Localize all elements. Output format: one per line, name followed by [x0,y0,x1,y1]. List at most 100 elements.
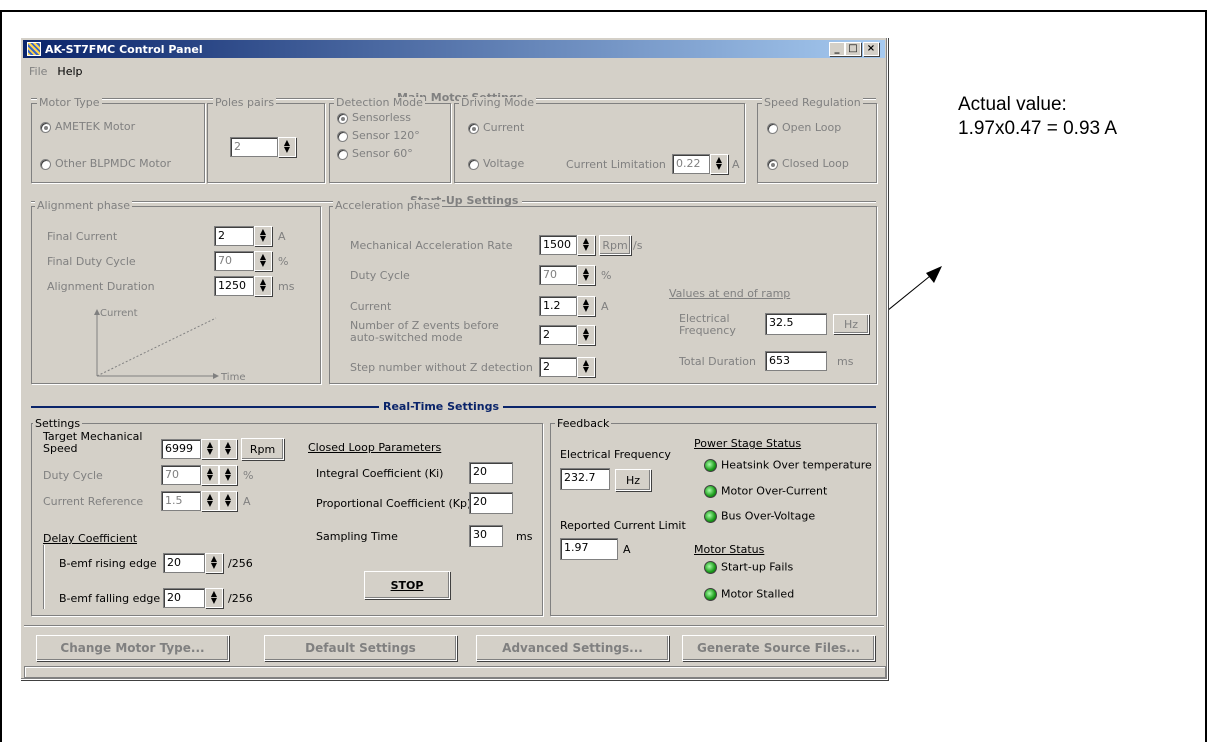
rt-duty-input[interactable]: 70 [161,465,201,485]
accel-duty-spinner[interactable]: ▲ ▼ [577,265,595,285]
current-limit-input[interactable]: 0.22 [672,154,710,174]
bemf-falling-input[interactable]: 20 [163,588,205,608]
rt-duty-spinner-2[interactable]: ▲ ▼ [219,465,237,485]
radio-voltage[interactable]: Voltage [468,158,524,170]
rt-duty-label: Duty Cycle [43,469,103,482]
window-title: AK-ST7FMC Control Panel [45,42,203,56]
maximize-button[interactable]: □ [845,42,861,56]
advanced-settings-button[interactable]: Advanced Settings... [476,635,669,661]
graph-x-label: Time [221,372,246,383]
steps-spinner[interactable]: ▲ ▼ [577,357,595,377]
bemf-rising-spinner[interactable]: ▲ ▼ [205,553,223,573]
final-current-spinner[interactable]: ▲ ▼ [254,226,272,246]
ki-input[interactable]: 20 [469,462,513,484]
detection-legend: Detection Mode [334,96,425,109]
accel-rate-spinner[interactable]: ▲ ▼ [577,235,595,255]
menu-file[interactable]: File [29,65,47,78]
alignment-legend: Alignment phase [35,199,133,212]
end-freq-value: 32.5 [765,313,827,335]
accel-current-spinner[interactable]: ▲ ▼ [577,296,595,316]
steps-input[interactable]: 2 [539,357,577,377]
menu-help[interactable]: Help [57,65,82,78]
target-speed-spinner-1[interactable]: ▲ ▼ [201,439,219,459]
change-motor-type-button[interactable]: Change Motor Type... [36,635,229,661]
delay-coefficient-title: Delay Coefficient [43,532,138,545]
final-duty-label: Final Duty Cycle [47,255,136,268]
align-duration-label: Alignment Duration [47,280,155,293]
menu-bar: File Help [29,65,93,78]
generate-source-files-button[interactable]: Generate Source Files... [682,635,875,661]
end-freq-unit-button[interactable]: Hz [833,314,869,334]
overcurrent-status: Motor Over-Current [704,485,827,498]
current-ref-label: Current Reference [43,495,144,508]
radio-sensor-60[interactable]: Sensor 60° [337,148,413,160]
align-duration-unit: ms [278,280,295,293]
radio-sensor-120[interactable]: Sensor 120° [337,130,420,142]
rt-duty-spinner-1[interactable]: ▲ ▼ [201,465,219,485]
final-current-input[interactable]: 2 [214,226,254,246]
app-window: AK-ST7FMC Control Panel _ □ × File Help M… [20,37,888,680]
current-limit-spinner[interactable]: ▲ ▼ [710,154,728,174]
feedback-freq-label: Electrical Frequency [560,448,671,461]
z-events-input[interactable]: 2 [539,325,577,345]
closed-loop-title: Closed Loop Parameters [308,441,442,454]
final-duty-spinner[interactable]: ▲ ▼ [254,251,272,271]
motor-stalled-led-icon [704,588,717,601]
bemf-falling-unit: /256 [228,592,253,605]
sampling-time-unit: ms [516,530,533,543]
final-duty-unit: % [278,255,289,268]
feedback-legend: Feedback [555,417,612,430]
feedback-freq-unit-button[interactable]: Hz [615,469,651,491]
rpm-unit-button[interactable]: Rpm [241,438,284,460]
align-duration-spinner[interactable]: ▲ ▼ [254,276,272,296]
heatsink-led-icon [704,459,717,472]
z-events-label: Number of Z events before auto-switched … [350,319,499,344]
current-ref-input[interactable]: 1.5 [161,491,201,511]
reported-current-label: Reported Current Limit [560,519,686,532]
radio-ametek[interactable]: AMETEK Motor [40,121,135,133]
z-events-spinner[interactable]: ▲ ▼ [577,325,595,345]
current-ref-spinner-1[interactable]: ▲ ▼ [201,491,219,511]
annotation-arrow-head [926,266,942,283]
stop-button[interactable]: STOP [364,571,450,599]
accel-rate-unit-button[interactable]: Rpm [599,235,631,255]
current-ref-unit: A [243,495,251,508]
accel-current-label: Current [350,300,392,313]
bottom-separator [24,625,884,626]
radio-open-loop[interactable]: Open Loop [767,122,841,134]
bemf-rising-label: B-emf rising edge [59,557,157,570]
rt-settings-legend: Settings [33,417,83,430]
speed-regulation-group [757,103,877,183]
radio-sensorless[interactable]: Sensorless [337,112,411,124]
accel-rate-label: Mechanical Acceleration Rate [350,239,513,252]
ki-label: Integral Coefficient (Ki) [316,467,444,480]
accel-current-input[interactable]: 1.2 [539,296,577,316]
motor-type-legend: Motor Type [37,96,102,109]
overvoltage-status: Bus Over-Voltage [704,510,815,523]
radio-closed-loop[interactable]: Closed Loop [767,158,849,170]
kp-input[interactable]: 20 [469,492,513,514]
align-duration-input[interactable]: 1250 [214,276,254,296]
current-limit-unit: A [732,158,740,171]
accel-duty-input[interactable]: 70 [539,265,577,285]
final-duty-input[interactable]: 70 [214,251,254,271]
close-button[interactable]: × [863,42,879,56]
accel-rate-input[interactable]: 1500 [539,235,577,255]
radio-other-motor[interactable]: Other BLPMDC Motor [40,158,171,170]
radio-current[interactable]: Current [468,122,524,134]
poles-input[interactable]: 2 [230,137,278,157]
target-speed-input[interactable]: 6999 [161,439,201,459]
bemf-falling-spinner[interactable]: ▲ ▼ [205,588,223,608]
status-bar [24,666,886,678]
kp-label: Proportional Coefficient (Kp) [316,497,472,510]
default-settings-button[interactable]: Default Settings [264,635,457,661]
bemf-rising-input[interactable]: 20 [163,553,205,573]
reported-current-unit: A [623,543,631,556]
poles-spinner[interactable]: ▲ ▼ [278,137,296,157]
bemf-falling-label: B-emf falling edge [59,592,161,605]
sampling-time-input[interactable]: 30 [469,525,503,547]
current-ref-spinner-2[interactable]: ▲ ▼ [219,491,237,511]
target-speed-spinner-2[interactable]: ▲ ▼ [219,439,237,459]
minimize-button[interactable]: _ [829,42,845,56]
total-duration-value: 653 [765,351,827,371]
